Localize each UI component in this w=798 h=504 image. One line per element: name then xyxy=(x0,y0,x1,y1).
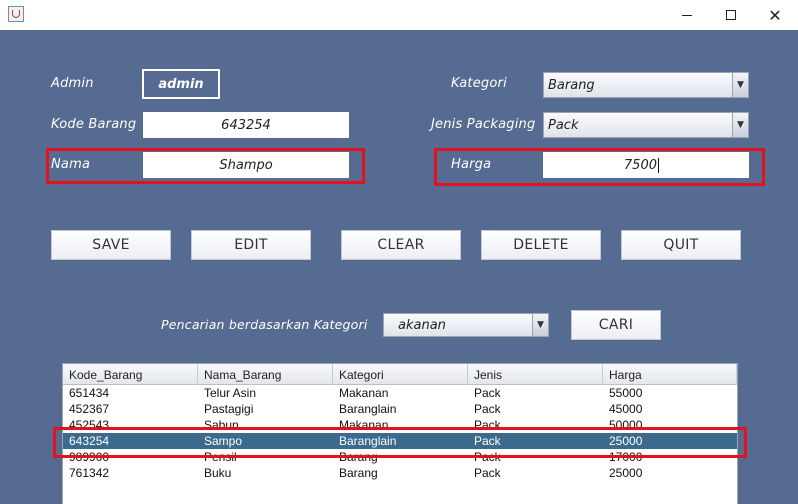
highlight-nama xyxy=(46,148,365,184)
column-header[interactable]: Jenis xyxy=(468,364,603,385)
kategori-select[interactable]: Barang ▼ xyxy=(543,72,749,98)
table-header: Kode_Barang Nama_Barang Kategori Jenis H… xyxy=(63,364,737,385)
jenis-packaging-label: Jenis Packaging xyxy=(431,117,536,132)
main-panel: Admin admin Kode Barang 643254 Nama Sham… xyxy=(0,30,798,504)
column-header[interactable]: Harga xyxy=(603,364,737,385)
table-cell: Pack xyxy=(474,386,501,400)
table-cell: Makanan xyxy=(339,386,389,400)
delete-button[interactable]: DELETE xyxy=(481,230,601,260)
table-cell: 452367 xyxy=(69,402,110,416)
chevron-down-icon[interactable]: ▼ xyxy=(732,73,748,97)
table-cell: Baranglain xyxy=(339,402,397,416)
table-cell: 55000 xyxy=(609,386,643,400)
search-label: Pencarian berdasarkan Kategori xyxy=(161,317,368,332)
chevron-down-icon[interactable]: ▼ xyxy=(532,314,548,336)
chevron-down-icon[interactable]: ▼ xyxy=(732,113,748,137)
search-category-value: akanan xyxy=(398,317,446,333)
save-button[interactable]: SAVE xyxy=(51,230,171,260)
column-header[interactable]: Nama_Barang xyxy=(198,364,333,385)
minimize-button[interactable] xyxy=(664,0,710,30)
jenis-packaging-value: Pack xyxy=(548,117,579,133)
column-header[interactable]: Kode_Barang xyxy=(63,364,198,385)
title-bar: ✕ xyxy=(0,0,798,30)
admin-label: Admin xyxy=(51,76,94,91)
maximize-icon xyxy=(726,10,736,20)
close-button[interactable]: ✕ xyxy=(752,0,798,30)
close-icon: ✕ xyxy=(768,5,782,25)
kategori-value: Barang xyxy=(548,77,595,93)
table-cell: Pastagigi xyxy=(204,402,254,416)
quit-button[interactable]: QUIT xyxy=(621,230,741,260)
table-cell: Telur Asin xyxy=(204,386,257,400)
table-cell: 25000 xyxy=(609,466,643,480)
table-cell: Barang xyxy=(339,466,378,480)
column-header[interactable]: Kategori xyxy=(333,364,468,385)
table-row[interactable]: 452367 Pastagigi Baranglain Pack 45000 xyxy=(63,401,737,417)
table-row[interactable]: 761342 Buku Barang Pack 25000 xyxy=(63,465,737,481)
kode-barang-field[interactable]: 643254 xyxy=(143,112,349,138)
table-cell: 45000 xyxy=(609,402,643,416)
jenis-packaging-select[interactable]: Pack ▼ xyxy=(543,112,749,138)
table-cell: Pack xyxy=(474,466,501,480)
admin-value: admin xyxy=(142,69,220,99)
highlight-selected-row xyxy=(53,427,747,458)
edit-button[interactable]: EDIT xyxy=(191,230,311,260)
table-cell: 651434 xyxy=(69,386,110,400)
clear-button[interactable]: CLEAR xyxy=(341,230,461,260)
table-cell: Pack xyxy=(474,402,501,416)
table-cell: 761342 xyxy=(69,466,110,480)
cari-button[interactable]: CARI xyxy=(571,310,661,340)
highlight-harga xyxy=(434,148,765,186)
java-cup-icon xyxy=(8,6,24,22)
kategori-label: Kategori xyxy=(451,76,507,91)
table-row[interactable]: 651434 Telur Asin Makanan Pack 55000 xyxy=(63,385,737,401)
table-cell: Buku xyxy=(204,466,232,480)
minimize-icon xyxy=(682,14,692,16)
search-category-select[interactable]: akanan ▼ xyxy=(383,313,549,337)
maximize-button[interactable] xyxy=(708,0,754,30)
kode-barang-label: Kode Barang xyxy=(51,117,137,132)
